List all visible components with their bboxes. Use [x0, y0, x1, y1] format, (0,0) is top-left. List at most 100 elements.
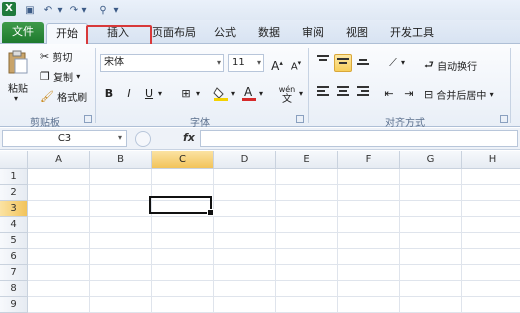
cell[interactable]	[90, 249, 152, 265]
row-header-3[interactable]: 3	[0, 201, 28, 217]
cell[interactable]	[152, 297, 214, 313]
cell[interactable]	[400, 265, 462, 281]
cell[interactable]	[400, 169, 462, 185]
row-header-2[interactable]: 2	[0, 185, 28, 201]
cell[interactable]	[28, 185, 90, 201]
align-top-icon[interactable]	[314, 54, 332, 72]
column-header-f[interactable]: F	[338, 151, 400, 169]
cell[interactable]	[214, 233, 276, 249]
cell[interactable]	[276, 281, 338, 297]
cell[interactable]	[214, 217, 276, 233]
tab-view[interactable]: 视图	[338, 23, 376, 44]
cell[interactable]	[462, 265, 520, 281]
cell[interactable]	[276, 185, 338, 201]
row-header-9[interactable]: 9	[0, 297, 28, 313]
cell[interactable]	[28, 281, 90, 297]
cell[interactable]	[90, 217, 152, 233]
active-cell-c3[interactable]	[149, 196, 214, 216]
column-header-b[interactable]: B	[90, 151, 152, 169]
tab-file[interactable]: 文件	[2, 22, 44, 43]
phonetic-dropdown-icon[interactable]: ▾	[296, 85, 306, 103]
cell[interactable]	[462, 297, 520, 313]
redo-icon[interactable]: ↷	[68, 3, 80, 17]
name-box-dropdown-icon[interactable]: ▾	[118, 133, 122, 142]
cell[interactable]	[400, 201, 462, 217]
undo-icon[interactable]: ↶	[42, 3, 54, 17]
bold-button[interactable]: B	[100, 85, 118, 103]
format-painter-button[interactable]: 🖌 格式刷	[40, 89, 87, 104]
cell[interactable]	[462, 281, 520, 297]
fill-color-dropdown-icon[interactable]: ▾	[228, 85, 238, 103]
row-header-1[interactable]: 1	[0, 169, 28, 185]
font-color-dropdown-icon[interactable]: ▾	[256, 85, 266, 103]
customize-icon[interactable]: ⚲	[96, 3, 110, 17]
row-header-6[interactable]: 6	[0, 249, 28, 265]
cell[interactable]	[28, 169, 90, 185]
tab-formulas[interactable]: 公式	[206, 23, 244, 44]
align-left-icon[interactable]	[314, 85, 332, 103]
font-name-combo[interactable]: 宋体 ▾	[100, 54, 224, 72]
cell[interactable]	[338, 169, 400, 185]
alignment-launcher-icon[interactable]	[500, 115, 508, 123]
row-header-8[interactable]: 8	[0, 281, 28, 297]
cell[interactable]	[28, 265, 90, 281]
cell[interactable]	[90, 297, 152, 313]
paste-icon[interactable]	[6, 48, 30, 76]
align-bottom-icon[interactable]	[354, 54, 372, 72]
cell[interactable]	[338, 185, 400, 201]
cell[interactable]	[152, 169, 214, 185]
tab-home[interactable]: 开始	[46, 23, 88, 44]
decrease-indent-icon[interactable]: ⇤	[380, 85, 398, 103]
row-header-5[interactable]: 5	[0, 233, 28, 249]
cell[interactable]	[214, 185, 276, 201]
cell[interactable]	[276, 217, 338, 233]
cell[interactable]	[400, 281, 462, 297]
cell[interactable]	[90, 201, 152, 217]
cell[interactable]	[214, 281, 276, 297]
cell[interactable]	[214, 201, 276, 217]
cell[interactable]	[276, 233, 338, 249]
cell[interactable]	[400, 217, 462, 233]
cell[interactable]	[28, 233, 90, 249]
excel-logo-icon[interactable]: X	[2, 2, 16, 16]
column-header-e[interactable]: E	[276, 151, 338, 169]
column-header-c[interactable]: C	[152, 151, 214, 169]
wrap-text-button[interactable]: ⮐ 自动换行	[424, 56, 477, 75]
cell[interactable]	[152, 281, 214, 297]
cell[interactable]	[338, 201, 400, 217]
merge-center-button[interactable]: ⊟ 合并后居中 ▾	[424, 87, 494, 102]
cell[interactable]	[90, 185, 152, 201]
column-header-g[interactable]: G	[400, 151, 462, 169]
shrink-font-button[interactable]: A▾	[287, 54, 305, 72]
insert-function-button[interactable]: fx	[183, 131, 195, 144]
cell[interactable]	[90, 233, 152, 249]
cell[interactable]	[338, 265, 400, 281]
cell[interactable]	[152, 265, 214, 281]
cell[interactable]	[338, 249, 400, 265]
cell[interactable]	[462, 169, 520, 185]
align-right-icon[interactable]	[354, 85, 372, 103]
borders-dropdown-icon[interactable]: ▾	[193, 85, 203, 103]
cell[interactable]	[152, 217, 214, 233]
cell[interactable]	[400, 249, 462, 265]
cell[interactable]	[462, 185, 520, 201]
cell[interactable]	[28, 217, 90, 233]
cell[interactable]	[400, 185, 462, 201]
cut-button[interactable]: ✂ 剪切	[40, 49, 72, 64]
row-header-4[interactable]: 4	[0, 217, 28, 233]
cell[interactable]	[90, 265, 152, 281]
cell[interactable]	[276, 201, 338, 217]
cell[interactable]	[214, 265, 276, 281]
phonetic-guide-icon[interactable]: wén 文	[276, 85, 298, 105]
cell[interactable]	[28, 201, 90, 217]
grow-font-button[interactable]: A▴	[268, 54, 286, 73]
redo-dropdown-icon[interactable]: ▾	[80, 3, 88, 17]
paste-label[interactable]: 粘贴	[8, 80, 28, 95]
cell[interactable]	[214, 169, 276, 185]
cell[interactable]	[400, 297, 462, 313]
cell[interactable]	[338, 233, 400, 249]
save-icon[interactable]: ▣	[24, 3, 36, 17]
formula-bar-toggle-icon[interactable]	[135, 131, 151, 147]
column-header-d[interactable]: D	[214, 151, 276, 169]
cell[interactable]	[90, 281, 152, 297]
